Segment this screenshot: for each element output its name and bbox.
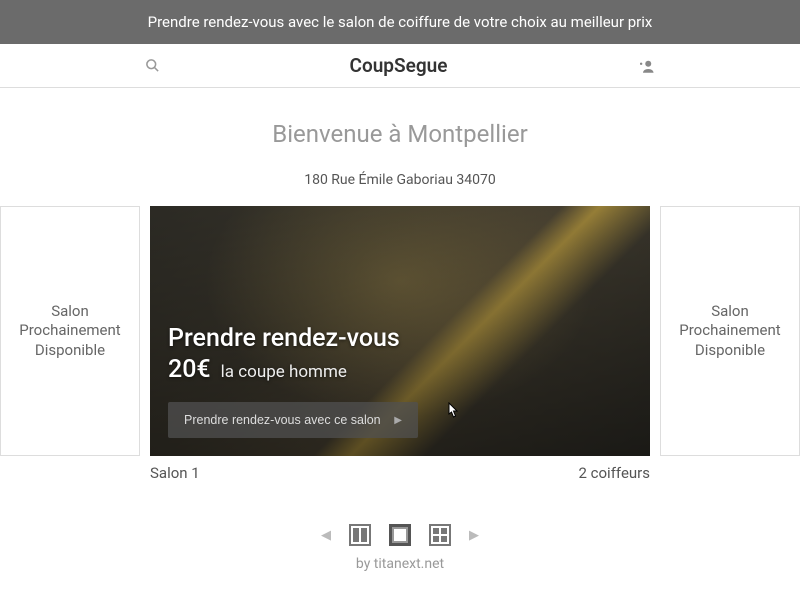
card-service: la coupe homme (221, 362, 347, 382)
view-single[interactable] (389, 524, 411, 546)
search-icon[interactable] (145, 58, 160, 73)
view-pager: ◀ ▶ (0, 524, 800, 546)
credit-text: by titanext.net (0, 556, 800, 572)
header: CoupSegue (0, 44, 800, 88)
view-two-columns[interactable] (349, 524, 371, 546)
salon-card[interactable]: Prendre rendez-vous 20€ la coupe homme P… (150, 206, 650, 456)
welcome-heading: Bienvenue à Montpellier (0, 120, 800, 148)
salon-meta: Salon 1 2 coiffeurs (0, 456, 800, 482)
book-button-label: Prendre rendez-vous avec ce salon (184, 413, 381, 427)
card-price: 20€ (168, 355, 211, 384)
chevron-right-icon: ▶ (394, 415, 402, 426)
salon-staff: 2 coiffeurs (578, 464, 650, 482)
prev-salon-card[interactable]: Salon Prochainement Disponible (0, 206, 140, 456)
promo-banner: Prendre rendez-vous avec le salon de coi… (0, 0, 800, 44)
add-user-icon[interactable] (637, 59, 655, 73)
prev-salon-label: Salon Prochainement Disponible (9, 302, 131, 361)
book-button[interactable]: Prendre rendez-vous avec ce salon ▶ (168, 402, 418, 438)
card-title: Prendre rendez-vous (168, 324, 632, 353)
pager-prev-icon[interactable]: ◀ (321, 528, 331, 543)
pager-next-icon[interactable]: ▶ (469, 528, 479, 543)
next-salon-card[interactable]: Salon Prochainement Disponible (660, 206, 800, 456)
salon-carousel: Salon Prochainement Disponible Prendre r… (0, 206, 800, 456)
brand-title: CoupSegue (350, 54, 448, 77)
salon-name: Salon 1 (150, 464, 200, 482)
next-salon-label: Salon Prochainement Disponible (669, 302, 791, 361)
address-text: 180 Rue Émile Gaboriau 34070 (0, 172, 800, 188)
view-grid[interactable] (429, 524, 451, 546)
